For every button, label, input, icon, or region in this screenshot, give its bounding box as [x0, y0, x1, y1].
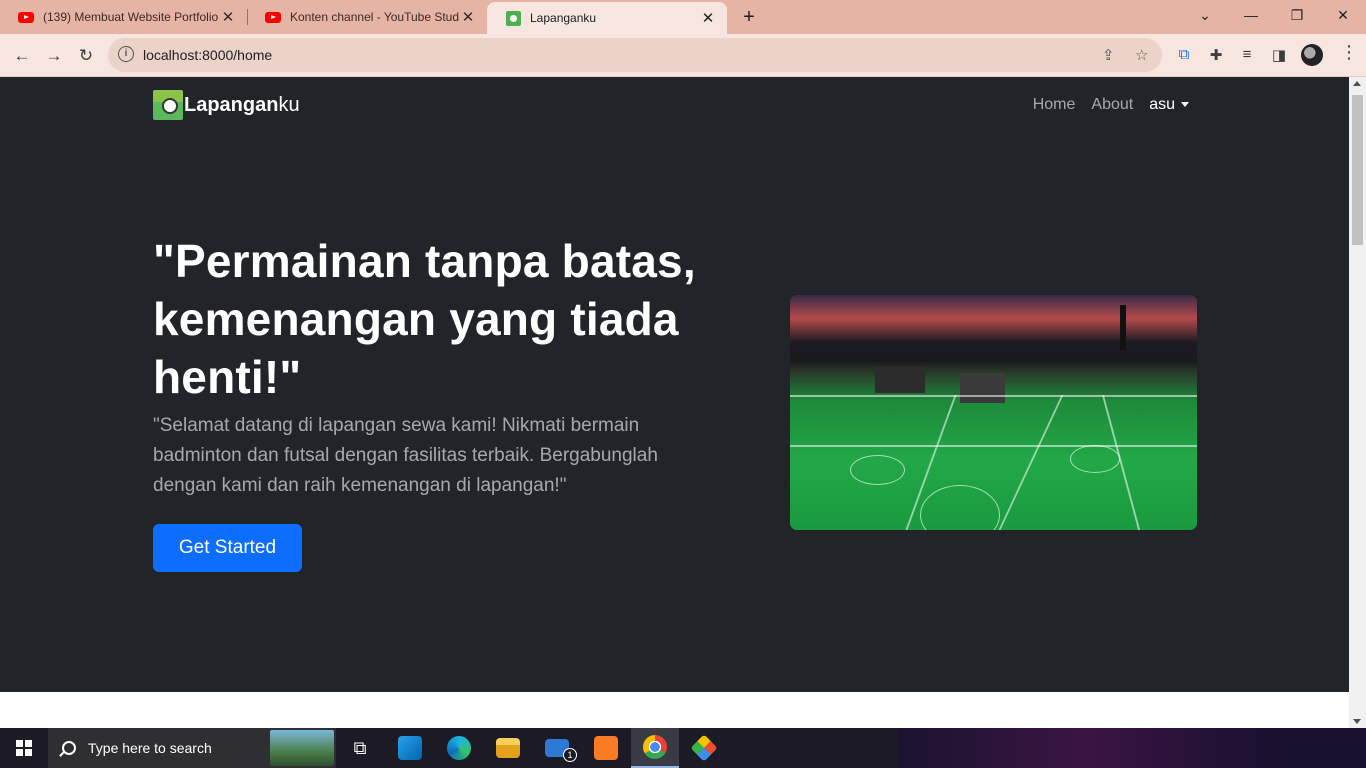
brand-name-bold: Lapangan — [184, 93, 279, 116]
close-window-button[interactable]: ✕ — [1320, 0, 1366, 30]
taskbar-search[interactable]: Type here to search — [48, 728, 336, 768]
mail-badge: 1 — [563, 748, 577, 762]
tab-search-icon[interactable]: ⌄ — [1182, 0, 1228, 30]
forward-arrow-icon[interactable]: → — [40, 42, 68, 70]
windows-logo-icon — [16, 740, 32, 756]
brand-name-rest: ku — [278, 93, 300, 116]
chrome-icon — [643, 735, 667, 759]
user-dropdown[interactable]: asu — [1149, 96, 1189, 114]
minimize-button[interactable]: — — [1228, 0, 1274, 30]
user-name: asu — [1149, 96, 1175, 113]
edge-app[interactable] — [435, 728, 483, 768]
page-viewport: Lapangan ku Home About asu "Permainan tan… — [0, 77, 1349, 728]
git-app[interactable] — [680, 728, 728, 768]
vscode-app[interactable] — [386, 728, 434, 768]
browser-tab[interactable]: (139) Membuat Website Portfolio ✕ — [0, 0, 247, 34]
profile-avatar[interactable] — [1301, 44, 1323, 66]
youtube-icon — [18, 9, 34, 25]
tab-title: Konten channel - YouTube Studio — [290, 10, 459, 24]
restore-button[interactable]: ❐ — [1274, 0, 1320, 30]
close-tab-icon[interactable]: ✕ — [699, 9, 717, 27]
tab-title: (139) Membuat Website Portfolio — [43, 10, 219, 24]
hero-section: Lapangan ku Home About asu "Permainan tan… — [0, 77, 1349, 692]
get-started-button[interactable]: Get Started — [153, 524, 302, 572]
browser-toolbar: ← → ↻ i localhost:8000/home ⇪ ☆ ⧉ ✚ ≡ ◨ — [0, 34, 1366, 77]
search-icon — [62, 741, 76, 755]
chrome-app[interactable] — [631, 728, 679, 768]
share-icon[interactable]: ⇪ — [1102, 46, 1115, 64]
mail-app[interactable]: 1 — [533, 728, 581, 768]
translate-extension-icon[interactable]: ⧉ — [1174, 46, 1194, 63]
search-highlight-image — [270, 730, 334, 766]
nav-link-about[interactable]: About — [1091, 96, 1133, 114]
file-explorer-app[interactable] — [484, 728, 532, 768]
bookmark-star-icon[interactable]: ☆ — [1135, 46, 1148, 64]
close-tab-icon[interactable]: ✕ — [219, 8, 237, 26]
task-view-icon: ⧉ — [353, 737, 367, 758]
windows-taskbar: Type here to search ⧉ 1 — [0, 728, 1366, 768]
start-button[interactable] — [0, 728, 48, 768]
side-panel-icon[interactable]: ◨ — [1269, 46, 1289, 64]
site-info-icon[interactable]: i — [118, 46, 134, 62]
site-favicon-icon — [505, 10, 521, 26]
new-tab-button[interactable]: + — [737, 5, 761, 29]
hero-image — [790, 295, 1197, 530]
nav-link-home[interactable]: Home — [1033, 96, 1076, 114]
media-queue-icon[interactable]: ≡ — [1237, 46, 1257, 63]
caret-down-icon — [1181, 102, 1189, 108]
tab-title: Lapanganku — [530, 11, 597, 25]
navbar-links: Home About asu — [1033, 96, 1189, 114]
scroll-up-icon[interactable] — [1353, 81, 1361, 86]
folder-icon — [496, 738, 520, 758]
taskbar-wallpaper — [898, 728, 1366, 768]
browser-menu-icon[interactable]: ⋮ — [1340, 42, 1358, 63]
browser-tab-active[interactable]: Lapanganku ✕ — [487, 2, 727, 34]
edge-icon — [447, 736, 471, 760]
url-text[interactable]: localhost:8000/home — [143, 47, 272, 63]
back-arrow-icon[interactable]: ← — [8, 42, 36, 70]
git-icon — [690, 734, 718, 762]
extensions-puzzle-icon[interactable]: ✚ — [1206, 46, 1226, 64]
reload-icon[interactable]: ↻ — [72, 42, 100, 70]
task-view-button[interactable]: ⧉ — [336, 728, 384, 768]
youtube-icon — [265, 9, 281, 25]
close-tab-icon[interactable]: ✕ — [459, 8, 477, 26]
scroll-down-icon[interactable] — [1353, 719, 1361, 724]
scrollbar-thumb[interactable] — [1352, 95, 1363, 245]
browser-tabstrip: (139) Membuat Website Portfolio ✕ Konten… — [0, 0, 1366, 34]
vscode-icon — [398, 736, 422, 760]
search-placeholder: Type here to search — [88, 740, 212, 756]
xampp-app[interactable] — [582, 728, 630, 768]
hero-lead-text: "Selamat datang di lapangan sewa kami! N… — [153, 415, 658, 496]
hero-headline: "Permainan tanpa batas, kemenangan yang … — [153, 235, 696, 403]
page-scrollbar[interactable] — [1349, 77, 1366, 728]
address-bar[interactable]: i localhost:8000/home ⇪ ☆ — [108, 38, 1162, 72]
navbar-brand[interactable]: Lapangan ku — [153, 90, 300, 120]
xampp-icon — [594, 736, 618, 760]
brand-logo-icon — [153, 90, 183, 120]
browser-tab[interactable]: Konten channel - YouTube Studio ✕ — [247, 0, 487, 34]
